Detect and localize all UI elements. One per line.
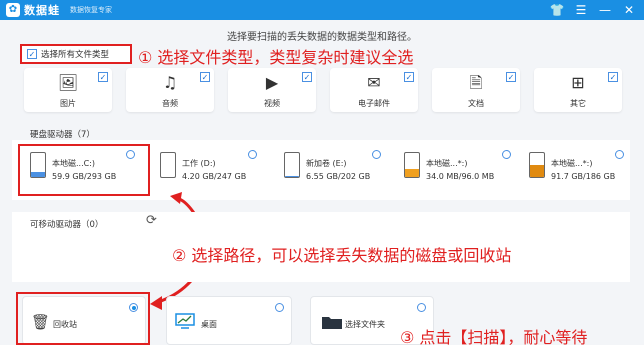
drive-name: 新加卷 (E:): [306, 159, 347, 168]
annotation-step3: ③ 点击【扫描】，耐心等待: [400, 328, 588, 345]
file-type-video[interactable]: ✓ ▶ 视频: [228, 68, 316, 112]
file-type-list: ✓ 🖼 图片 ✓ ♫ 音频 ✓ ▶ 视频 ✓ ✉ 电子邮件 ✓ 🗎 文档 ✓ ⊞…: [24, 68, 638, 112]
drive-item[interactable]: 工作 (D:) 4.20 GB/247 GB: [156, 150, 276, 194]
drive-item[interactable]: 新加卷 (E:) 6.55 GB/202 GB: [280, 150, 400, 194]
checkbox-checked-icon[interactable]: ✓: [506, 72, 516, 82]
app-logo: ✿ 数据蛙 数据恢复专家: [6, 2, 112, 18]
title-bar: ✿ 数据蛙 数据恢复专家 👕 ☰ — ✕: [0, 0, 644, 20]
path-label: 桌面: [201, 320, 217, 329]
arrow-head-upper: [170, 192, 182, 204]
file-type-label: 图片: [60, 99, 76, 108]
video-icon: ▶: [265, 73, 279, 92]
app-name: 数据蛙: [24, 4, 60, 17]
path-radio[interactable]: [129, 303, 138, 312]
drive-size: 91.7 GB/186 GB: [551, 172, 616, 181]
checkbox-checked-icon[interactable]: ✓: [200, 72, 210, 82]
minimize-icon[interactable]: —: [596, 1, 614, 19]
path-label: 选择文件夹: [345, 320, 385, 329]
file-type-other[interactable]: ✓ ⊞ 其它: [534, 68, 622, 112]
drive-radio[interactable]: [372, 150, 381, 159]
path-radio[interactable]: [275, 303, 284, 312]
checkbox-checked-icon[interactable]: ✓: [404, 72, 414, 82]
desktop-icon: [175, 313, 195, 329]
drive-icon: [160, 152, 176, 178]
drive-icon: [30, 152, 46, 178]
other-icon: ⊞: [571, 73, 585, 92]
drive-icon: [529, 152, 545, 178]
shirt-icon[interactable]: 👕: [548, 1, 566, 19]
drive-name: 本地磁...*:): [426, 159, 468, 168]
checkbox-checked-icon[interactable]: ✓: [608, 72, 618, 82]
file-type-audio[interactable]: ✓ ♫ 音频: [126, 68, 214, 112]
drive-name: 本地磁...C:): [52, 159, 96, 168]
arrow-head-lower: [150, 296, 162, 310]
file-type-label: 其它: [570, 99, 586, 108]
drive-item[interactable]: 本地磁...C:) 59.9 GB/293 GB: [26, 150, 146, 194]
music-icon: ♫: [162, 73, 178, 92]
file-type-label: 音频: [162, 99, 178, 108]
checkbox-checked-icon[interactable]: ✓: [27, 49, 37, 59]
checkbox-checked-icon[interactable]: ✓: [302, 72, 312, 82]
trash-icon: 🗑: [31, 313, 51, 331]
removable-title: 可移动驱动器（0）: [30, 220, 104, 230]
image-icon: 🖼: [57, 73, 79, 92]
drive-item[interactable]: 本地磁...*:) 34.0 MB/96.0 MB: [400, 150, 520, 194]
drive-icon: [284, 152, 300, 178]
refresh-icon[interactable]: ⟳: [146, 213, 157, 228]
drive-icon: [404, 152, 420, 178]
close-icon[interactable]: ✕: [620, 1, 638, 19]
path-radio[interactable]: [417, 303, 426, 312]
file-type-image[interactable]: ✓ 🖼 图片: [24, 68, 112, 112]
menu-icon[interactable]: ☰: [572, 1, 590, 19]
file-type-label: 文档: [468, 99, 484, 108]
frog-logo-icon: ✿: [6, 3, 20, 17]
drive-item[interactable]: 本地磁...*:) 91.7 GB/186 GB: [525, 150, 644, 194]
drive-name: 本地磁...*:): [551, 159, 593, 168]
drive-radio[interactable]: [502, 150, 511, 159]
drive-radio[interactable]: [615, 150, 624, 159]
drive-usage-fill: [31, 172, 45, 177]
drive-radio[interactable]: [126, 150, 135, 159]
path-label: 回收站: [53, 320, 77, 329]
hard-disk-title: 硬盘驱动器（7）: [30, 130, 95, 140]
drive-usage-fill: [530, 165, 544, 177]
annotation-step2: ② 选择路径，可以选择丢失数据的磁盘或回收站: [172, 246, 512, 265]
checkbox-checked-icon[interactable]: ✓: [98, 72, 108, 82]
drive-size: 6.55 GB/202 GB: [306, 172, 371, 181]
drive-usage-fill: [285, 176, 299, 177]
app-subtitle: 数据恢复专家: [70, 6, 112, 14]
path-desktop[interactable]: 桌面: [166, 296, 292, 345]
mail-icon: ✉: [367, 73, 381, 92]
select-all-label: 选择所有文件类型: [41, 50, 110, 60]
drive-size: 34.0 MB/96.0 MB: [426, 172, 495, 181]
file-type-email[interactable]: ✓ ✉ 电子邮件: [330, 68, 418, 112]
file-type-label: 电子邮件: [358, 99, 390, 108]
path-recycle-bin[interactable]: 🗑 回收站: [22, 296, 146, 345]
instruction-text: 选择要扫描的丢失数据的数据类型和路径。: [227, 32, 417, 43]
document-icon: 🗎: [469, 73, 483, 92]
file-type-document[interactable]: ✓ 🗎 文档: [432, 68, 520, 112]
select-all-checkbox[interactable]: ✓ 选择所有文件类型: [20, 44, 132, 64]
annotation-step1: ① 选择文件类型，类型复杂时建议全选: [138, 48, 414, 67]
folder-icon: [322, 317, 342, 329]
drive-size: 59.9 GB/293 GB: [52, 172, 117, 181]
drive-radio[interactable]: [248, 150, 257, 159]
file-type-label: 视频: [264, 99, 280, 108]
drive-name: 工作 (D:): [182, 159, 216, 168]
drive-size: 4.20 GB/247 GB: [182, 172, 247, 181]
drive-usage-fill: [405, 168, 419, 177]
